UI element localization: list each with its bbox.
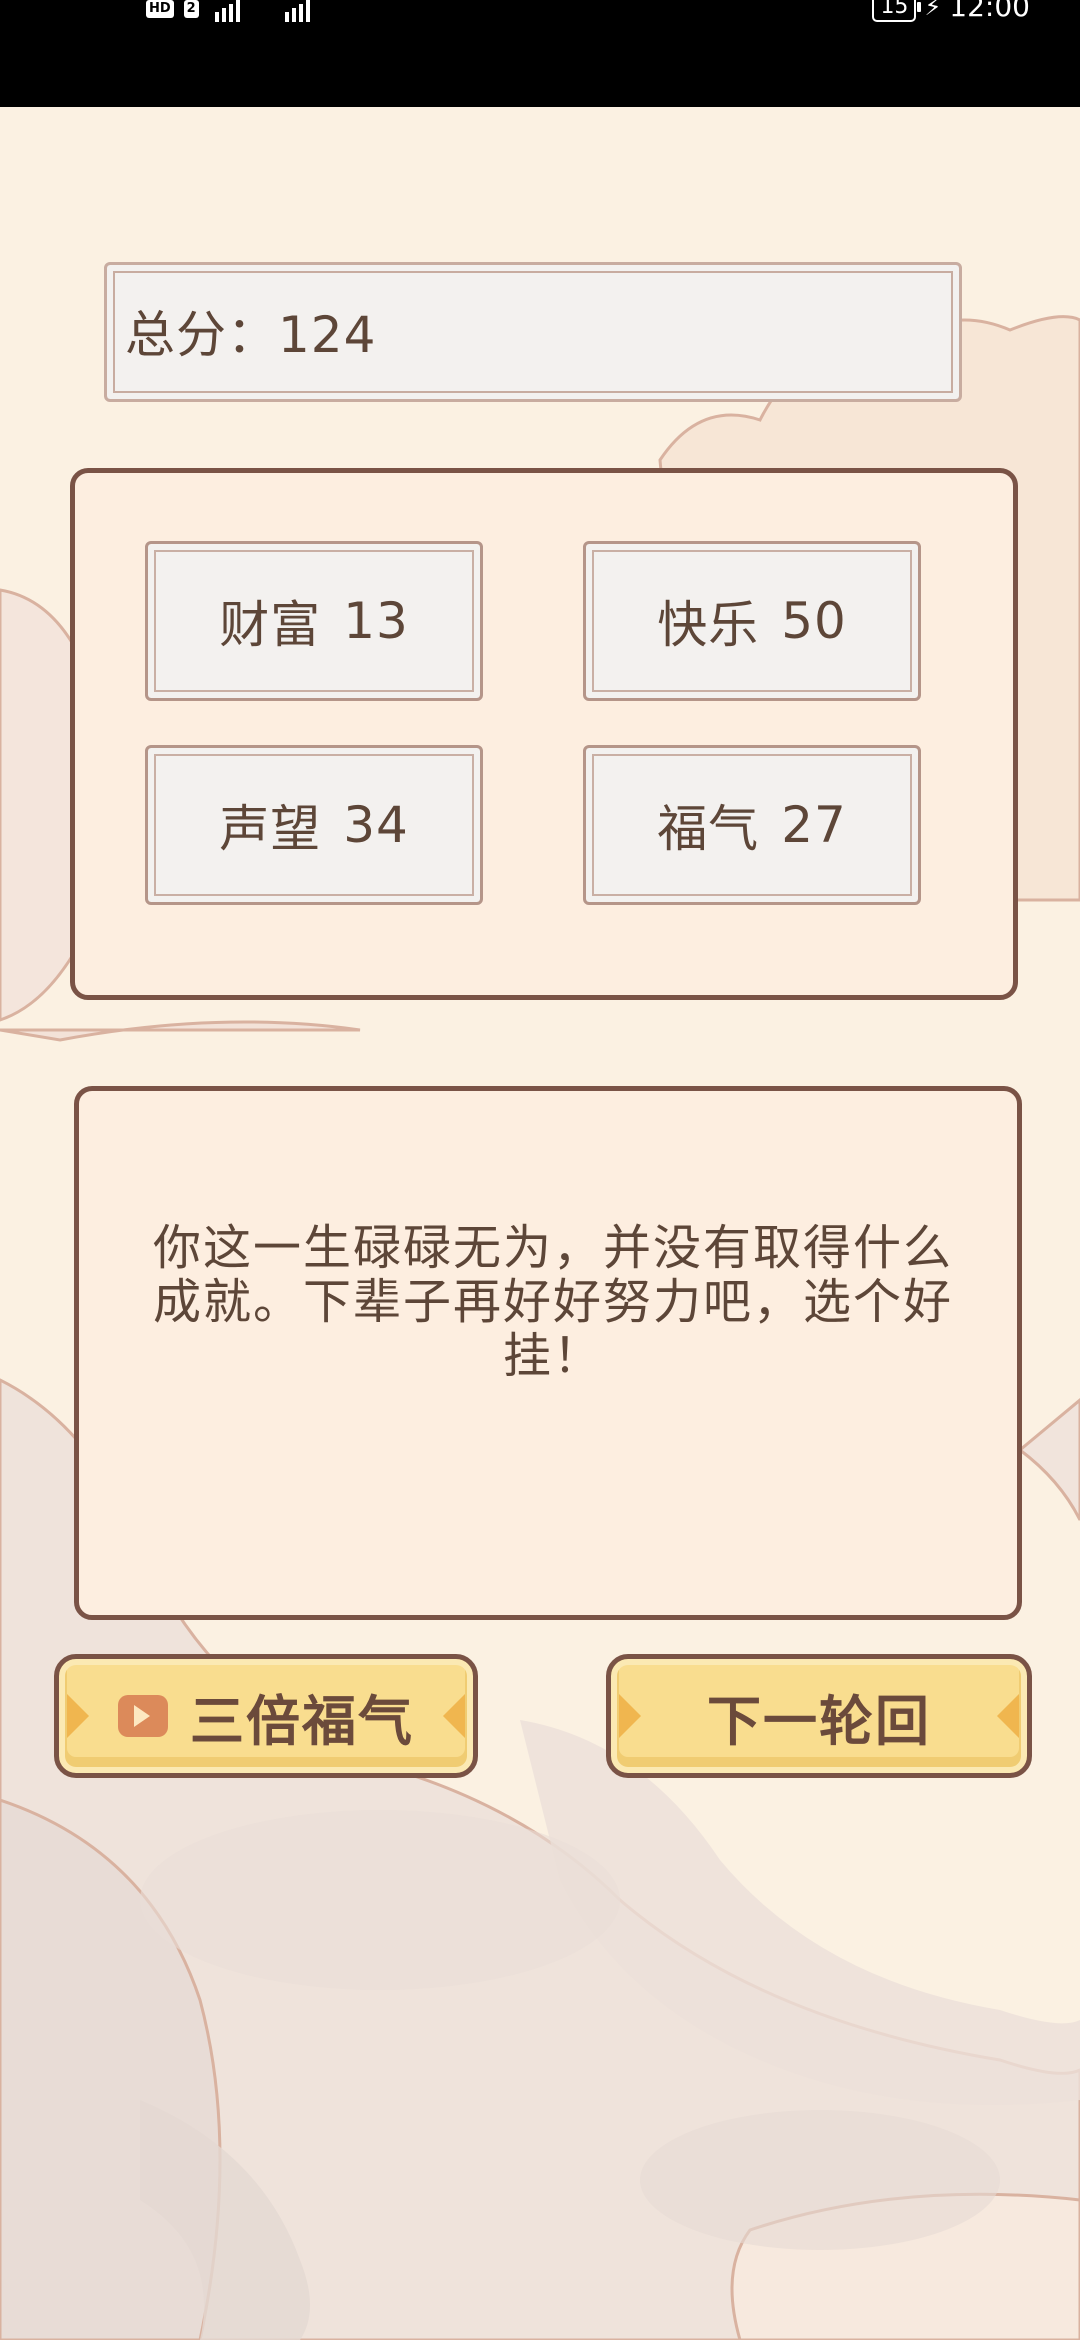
- stats-panel: 财富 13 快乐 50 声望 34 福气 27: [70, 468, 1018, 1000]
- signal-icon-2: [284, 0, 310, 22]
- arrow-left-icon: [67, 1694, 89, 1738]
- triple-luck-label: 三倍福气: [190, 1689, 414, 1753]
- video-ad-icon: [118, 1695, 168, 1737]
- arrow-right-icon: [997, 1694, 1019, 1738]
- stat-label: 快乐: [657, 596, 760, 654]
- arrow-right-icon: [443, 1694, 465, 1738]
- stat-value: 34: [343, 796, 409, 854]
- battery-icon: 15: [872, 0, 922, 22]
- sim-badge: 2: [183, 0, 199, 18]
- status-bar: HD 2 15 ⚡ 12:00: [0, 0, 1080, 107]
- result-message-panel: 你这一生碌碌无为，并没有取得什么成就。下辈子再好好努力吧，选个好挂！: [74, 1086, 1022, 1620]
- result-message: 你这一生碌碌无为，并没有取得什么成就。下辈子再好好努力吧，选个好挂！: [152, 1220, 953, 1384]
- next-round-button[interactable]: 下一轮回: [606, 1654, 1032, 1778]
- clock: 12:00: [949, 0, 1030, 23]
- total-score-box: 总分：124: [104, 262, 962, 402]
- stat-label: 福气: [657, 800, 760, 858]
- stat-value: 50: [781, 592, 847, 650]
- stat-luck: 福气 27: [583, 745, 921, 905]
- status-right: 15 ⚡ 12:00: [872, 0, 1030, 24]
- status-left: HD 2: [146, 0, 339, 22]
- arrow-left-icon: [619, 1694, 641, 1738]
- total-score-value: 124: [278, 306, 377, 364]
- stat-reputation: 声望 34: [145, 745, 483, 905]
- stat-label: 财富: [219, 596, 322, 654]
- total-score-label: 总分：: [125, 306, 278, 364]
- triple-luck-button[interactable]: 三倍福气: [54, 1654, 478, 1778]
- signal-icon: [214, 0, 240, 22]
- hd-badge: HD: [146, 0, 174, 18]
- stat-happiness: 快乐 50: [583, 541, 921, 701]
- total-score: 总分：124: [125, 305, 376, 365]
- stat-value: 27: [781, 796, 847, 854]
- stat-value: 13: [343, 592, 409, 650]
- stat-wealth: 财富 13: [145, 541, 483, 701]
- next-round-label: 下一轮回: [707, 1689, 931, 1753]
- charging-icon: ⚡: [924, 0, 942, 21]
- stat-label: 声望: [219, 800, 322, 858]
